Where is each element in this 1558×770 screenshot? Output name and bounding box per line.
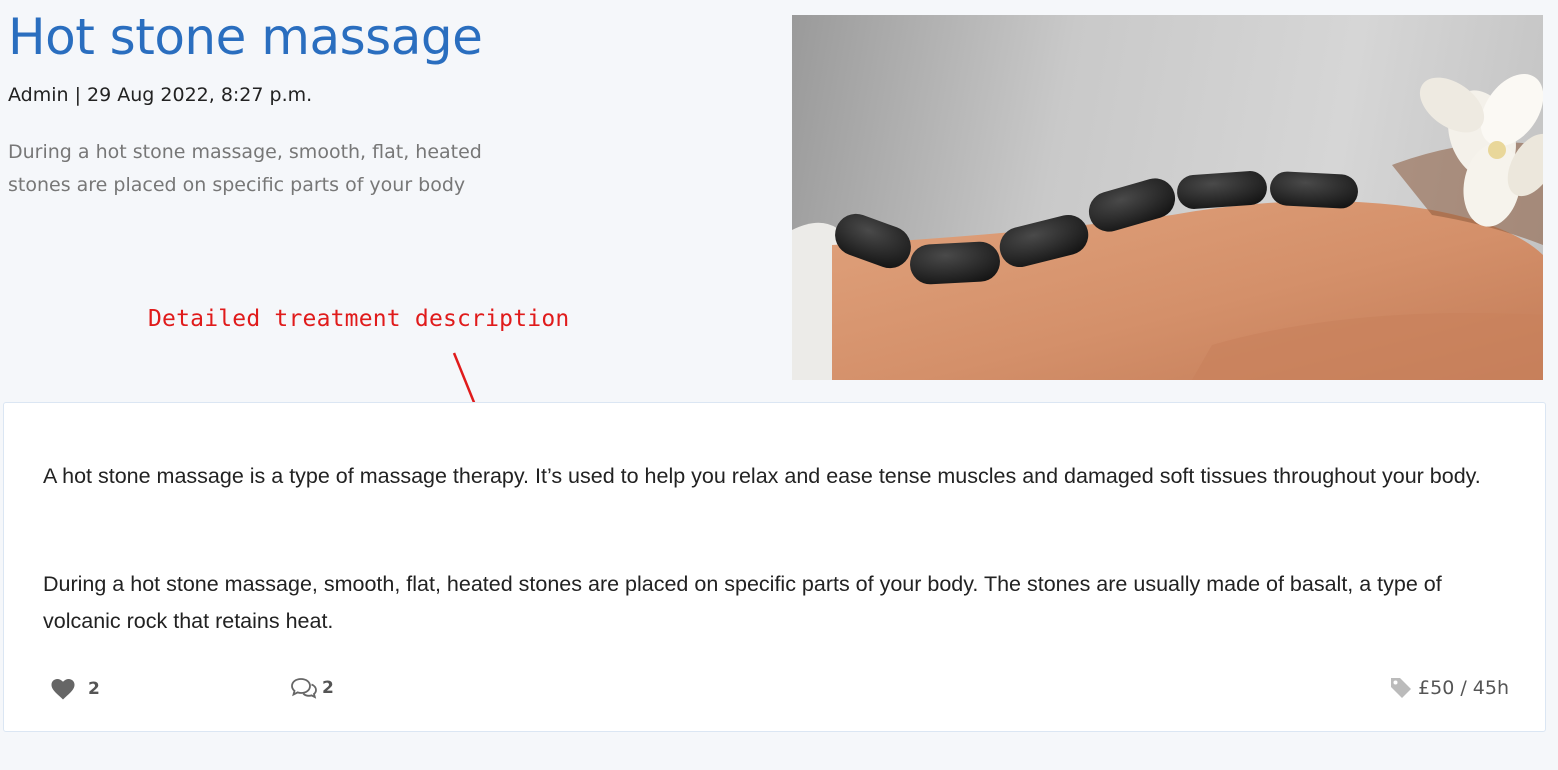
tag-icon <box>1391 678 1412 698</box>
like-button[interactable]: 2 <box>50 678 100 700</box>
post-excerpt: During a hot stone massage, smooth, flat… <box>8 141 482 196</box>
price-duration: £50 / 45h <box>1418 677 1509 699</box>
comments-count: 2 <box>322 678 334 698</box>
likes-count: 2 <box>88 679 100 699</box>
description-paragraph: During a hot stone massage, smooth, flat… <box>43 572 1442 633</box>
comments-link[interactable]: 2 <box>290 677 334 699</box>
heart-icon <box>51 679 75 700</box>
annotation-label: Detailed treatment description <box>148 306 570 332</box>
post-meta: Admin | 29 Aug 2022, 8:27 p.m. <box>8 84 313 106</box>
treatment-description-card: A hot stone massage is a type of massage… <box>3 402 1546 732</box>
post-title: Hot stone massage <box>8 8 483 66</box>
price-tag: £50 / 45h <box>1390 677 1509 699</box>
description-paragraph: A hot stone massage is a type of massage… <box>43 464 1481 488</box>
post-image <box>792 15 1543 380</box>
comments-icon <box>291 678 317 699</box>
